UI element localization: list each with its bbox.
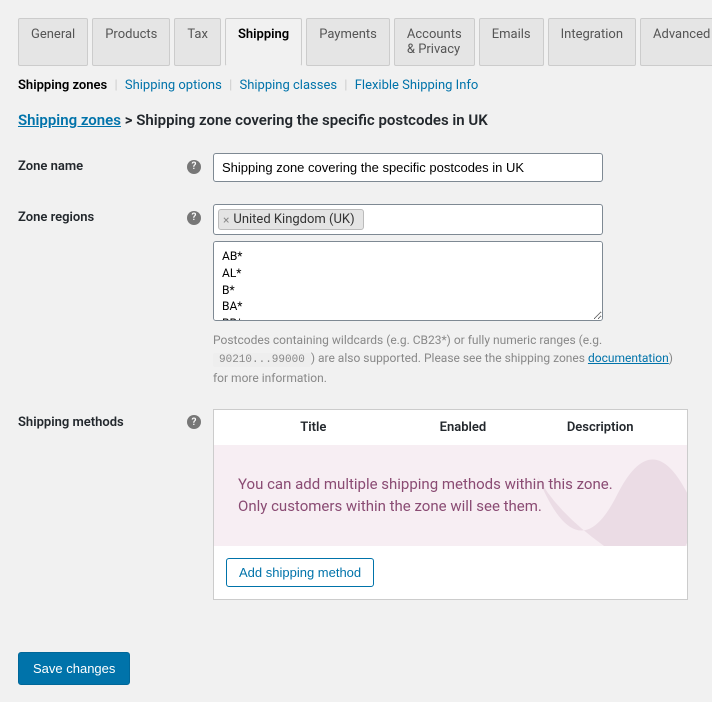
zone-name-label-text: Zone name: [18, 159, 83, 174]
hint-text-mid: ) are also supported. Please see the shi…: [311, 351, 588, 365]
help-icon[interactable]: ?: [187, 211, 201, 225]
help-icon[interactable]: ?: [187, 415, 201, 429]
breadcrumb-separator: >: [121, 111, 136, 129]
postcodes-textarea[interactable]: [213, 241, 603, 321]
zone-regions-label-text: Zone regions: [18, 210, 94, 225]
separator: |: [344, 78, 347, 93]
zone-name-label: Zone name ?: [18, 153, 213, 174]
subtab-classes[interactable]: Shipping classes: [239, 78, 337, 93]
zone-regions-label: Zone regions ?: [18, 204, 213, 225]
hint-text-pre: Postcodes containing wildcards (e.g. CB2…: [213, 333, 602, 347]
col-enabled: Enabled: [401, 420, 526, 435]
tab-tax[interactable]: Tax: [174, 18, 221, 66]
tab-payments[interactable]: Payments: [306, 18, 390, 66]
empty-message-line2: Only customers within the zone will see …: [238, 495, 663, 518]
postcodes-hint: Postcodes containing wildcards (e.g. CB2…: [213, 331, 683, 387]
methods-table-header: Title Enabled Description: [214, 410, 687, 445]
save-changes-button[interactable]: Save changes: [18, 652, 130, 685]
methods-empty-state: You can add multiple shipping methods wi…: [214, 445, 687, 546]
add-shipping-method-button[interactable]: Add shipping method: [226, 558, 374, 587]
subtab-options[interactable]: Shipping options: [125, 78, 222, 93]
col-title: Title: [226, 420, 401, 435]
region-tag-label: United Kingdom (UK): [233, 212, 354, 227]
tab-general[interactable]: General: [18, 18, 88, 66]
empty-message-line1: You can add multiple shipping methods wi…: [238, 473, 663, 496]
hint-code: 90210...99000: [213, 353, 311, 367]
zone-regions-select[interactable]: × United Kingdom (UK): [213, 204, 603, 235]
subtab-zones[interactable]: Shipping zones: [18, 78, 107, 93]
tab-shipping[interactable]: Shipping: [225, 18, 302, 66]
tab-integration[interactable]: Integration: [548, 18, 636, 66]
shipping-methods-table: Title Enabled Description You can add mu…: [213, 409, 688, 600]
tab-products[interactable]: Products: [92, 18, 170, 66]
methods-table-footer: Add shipping method: [214, 546, 687, 599]
tab-emails[interactable]: Emails: [479, 18, 544, 66]
settings-tabs: General Products Tax Shipping Payments A…: [18, 18, 694, 66]
breadcrumb: Shipping zones > Shipping zone covering …: [18, 111, 694, 129]
separator: |: [114, 78, 117, 93]
subtab-flexible[interactable]: Flexible Shipping Info: [355, 78, 479, 93]
documentation-link[interactable]: documentation: [588, 351, 669, 365]
region-tag: × United Kingdom (UK): [218, 209, 364, 230]
tab-advanced[interactable]: Advanced: [640, 18, 712, 66]
shipping-methods-label: Shipping methods ?: [18, 409, 213, 430]
shipping-subtabs: Shipping zones | Shipping options | Ship…: [18, 78, 694, 93]
tab-accounts[interactable]: Accounts & Privacy: [394, 18, 475, 66]
shipping-methods-label-text: Shipping methods: [18, 415, 124, 430]
remove-region-icon[interactable]: ×: [223, 213, 229, 227]
help-icon[interactable]: ?: [187, 160, 201, 174]
col-description: Description: [525, 420, 675, 435]
separator: |: [229, 78, 232, 93]
breadcrumb-root-link[interactable]: Shipping zones: [18, 111, 121, 129]
zone-name-input[interactable]: [213, 153, 603, 182]
breadcrumb-current: Shipping zone covering the specific post…: [136, 111, 488, 129]
